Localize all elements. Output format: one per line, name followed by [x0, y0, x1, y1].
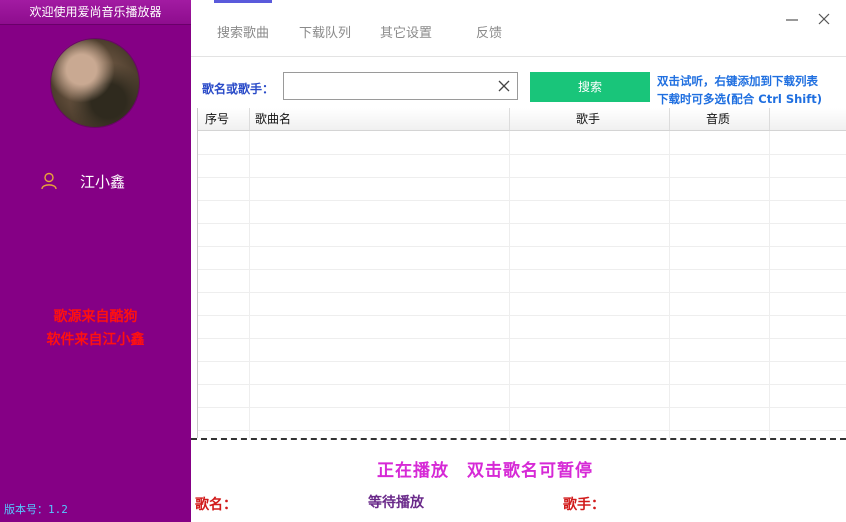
singer-label: 歌手： — [563, 497, 605, 513]
window-title: 欢迎使用爱尚音乐播放器 — [0, 0, 191, 25]
grid-row-line — [198, 246, 846, 247]
close-window-icon[interactable] — [815, 10, 833, 28]
search-box — [283, 72, 518, 100]
topbar-divider — [191, 56, 846, 57]
version-label: 版本号：1.2 — [4, 503, 68, 516]
active-tab-indicator — [214, 0, 272, 3]
hint-line-1: 双击试听，右键添加到下载列表 — [657, 74, 818, 88]
grid-row-line — [198, 338, 846, 339]
tab-other-settings[interactable]: 其它设置 — [380, 22, 432, 41]
grid-row-line — [198, 430, 846, 431]
pause-tip: 双击歌名可暂停 — [467, 461, 593, 481]
column-header-singer[interactable]: 歌手 — [576, 108, 600, 130]
grid-row-line — [198, 177, 846, 178]
playing-status: 正在播放 — [377, 461, 449, 481]
user-row[interactable]: 江小鑫 — [40, 170, 125, 192]
tab-download-queue[interactable]: 下载队列 — [299, 22, 351, 41]
column-divider[interactable] — [509, 108, 510, 130]
now-playing-banner: 正在播放 双击歌名可暂停 — [377, 456, 593, 481]
credit-song-source: 歌源来自酷狗 — [53, 309, 138, 325]
grid-row-line — [198, 223, 846, 224]
column-divider[interactable] — [669, 108, 670, 130]
table-header: 序号 歌曲名 歌手 音质 — [198, 108, 846, 131]
user-name: 江小鑫 — [80, 172, 126, 191]
grid-row-line — [198, 292, 846, 293]
minimize-icon[interactable] — [783, 10, 801, 28]
song-name-value: 等待播放 — [368, 495, 424, 511]
song-name-label: 歌名： — [195, 497, 237, 513]
grid-row-line — [198, 200, 846, 201]
search-input[interactable] — [288, 74, 492, 100]
grid-row-line — [198, 361, 846, 362]
clear-search-icon[interactable] — [497, 79, 511, 93]
column-header-index[interactable]: 序号 — [205, 108, 229, 130]
credits: 歌源来自酷狗 软件来自江小鑫 — [0, 306, 191, 352]
divider-dashed — [191, 438, 846, 440]
column-divider[interactable] — [769, 108, 770, 130]
credit-author: 软件来自江小鑫 — [46, 332, 145, 348]
search-label: 歌名或歌手： — [202, 82, 275, 96]
hint-line-2: 下载时可多选(配合 Ctrl Shift) — [657, 92, 822, 106]
grid-row-line — [198, 154, 846, 155]
grid-row-line — [198, 384, 846, 385]
table-body[interactable] — [198, 131, 846, 438]
grid-row-line — [198, 315, 846, 316]
grid-row-line — [198, 407, 846, 408]
sidebar: 欢迎使用爱尚音乐播放器 江小鑫 歌源来自酷狗 软件来自江小鑫 版本号：1.2 — [0, 0, 191, 522]
song-table[interactable]: 序号 歌曲名 歌手 音质 — [197, 108, 846, 438]
search-button[interactable]: 搜索 — [530, 72, 650, 102]
column-header-song-name[interactable]: 歌曲名 — [255, 108, 291, 130]
user-icon — [41, 172, 57, 190]
column-divider[interactable] — [249, 108, 250, 130]
column-header-quality[interactable]: 音质 — [706, 108, 730, 130]
tab-search-songs[interactable]: 搜索歌曲 — [217, 22, 269, 41]
grid-row-line — [198, 269, 846, 270]
avatar[interactable] — [50, 38, 140, 128]
tab-feedback[interactable]: 反馈 — [476, 22, 502, 41]
